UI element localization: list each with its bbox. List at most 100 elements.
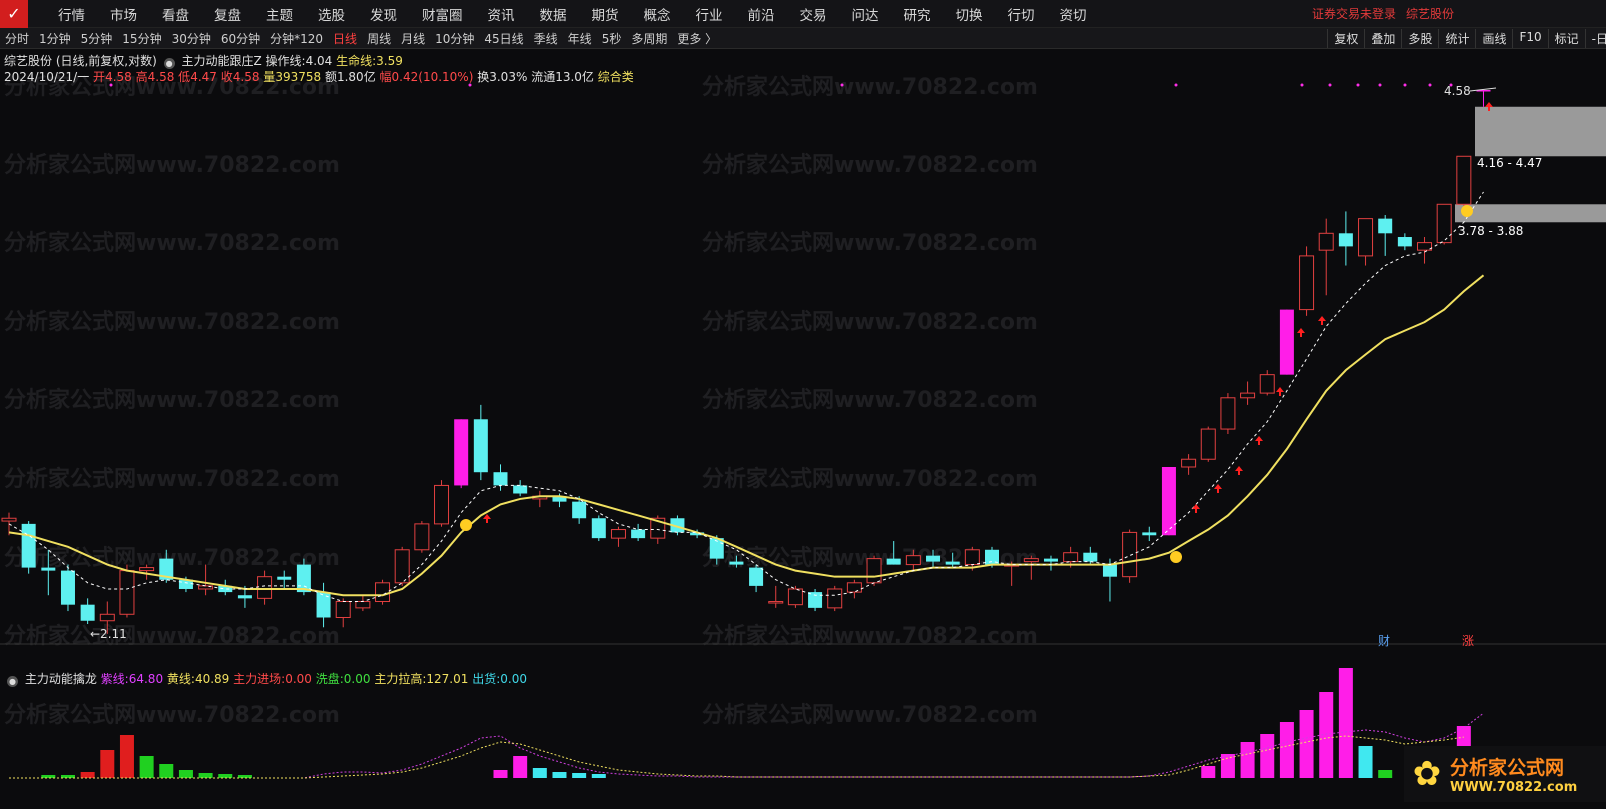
signal-dot-6 [1356,83,1360,87]
period-tab-7[interactable]: 日线 [328,30,362,47]
tool-button-3[interactable]: 统计 [1438,28,1475,48]
candle-body-44 [866,558,882,584]
period-tab-15[interactable]: 多周期 [626,30,672,47]
candle-body-0 [1,517,17,522]
menu-item-17[interactable]: 切换 [944,4,996,24]
app-logo-icon[interactable]: ✓ [0,0,28,28]
menu-item-14[interactable]: 交易 [788,4,840,24]
menu-item-7[interactable]: 财富圈 [410,4,476,24]
indicator-name[interactable]: 主力动能跟庄Z [181,54,261,68]
period-tab-1[interactable]: 1分钟 [34,30,76,47]
tag-cai: 财 [1378,634,1390,648]
period-tab-2[interactable]: 5分钟 [76,30,118,47]
pull-value: 127.01 [426,672,469,686]
menu-item-15[interactable]: 问达 [840,4,892,24]
smiley-icon-2 [1461,205,1473,217]
current-stock-name[interactable]: 综艺股份 [1406,5,1454,22]
menu-item-19[interactable]: 资切 [1048,4,1100,24]
sub-bar-4 [119,735,134,778]
menu-item-8[interactable]: 资讯 [476,4,528,24]
period-more-button[interactable]: 更多 〉 [672,30,722,47]
sub-indicator-settings-icon[interactable]: ● [7,676,18,687]
tool-button-2[interactable]: 多股 [1401,28,1438,48]
period-tab-9[interactable]: 月线 [396,30,430,47]
menu-item-13[interactable]: 前沿 [736,4,788,24]
period-tab-5[interactable]: 60分钟 [216,30,265,47]
period-tab-12[interactable]: 季线 [529,30,563,47]
signal-dot-2 [840,83,844,87]
watermark-text-3-0: 分析家公式网www.70822.com [4,309,340,335]
candle-body-26 [513,485,528,494]
purple-label: 紫线: [100,672,129,686]
watermark-logo-url: WWW.70822.com [1450,780,1578,795]
tool-button-6[interactable]: 标记 [1547,28,1585,48]
buy-arrow-icon-4 [1255,436,1263,445]
close-value: 4.58 [232,70,260,84]
smiley-icon-1 [1170,551,1182,563]
candle-body-56 [1102,564,1117,577]
period-tab-6[interactable]: 分钟*120 [265,30,328,47]
candle-body-23 [454,419,469,486]
watermark-logo: ✿ 分析家公式网 WWW.70822.com [1404,746,1610,802]
sub-indicator-name[interactable]: 主力动能擒龙 [25,672,97,686]
category-link[interactable]: 综合类 [598,70,634,84]
menu-item-1[interactable]: 市场 [98,4,150,24]
period-tab-8[interactable]: 周线 [362,30,396,47]
period-tab-14[interactable]: 5秒 [597,30,627,47]
menu-item-9[interactable]: 数据 [528,4,580,24]
period-tab-3[interactable]: 15分钟 [117,30,166,47]
menu-item-11[interactable]: 概念 [632,4,684,24]
turnover-label: 换 [477,70,490,84]
sub-bar-15 [572,773,587,778]
buy-arrow-icon-1 [1192,504,1200,513]
watermark-logo-name: 分析家公式网 [1450,757,1565,779]
menu-item-12[interactable]: 行业 [684,4,736,24]
period-tab-11[interactable]: 45日线 [479,30,528,47]
amount-value: 1.80亿 [336,70,376,84]
watermark-text-7-1: 分析家公式网www.70822.com [702,623,1038,649]
enter-label: 主力进场: [233,672,286,686]
sub-bar-1 [60,775,75,778]
tool-button-1[interactable]: 叠加 [1364,28,1401,48]
period-toolbar: 分时 1分钟 5分钟 15分钟 30分钟 60分钟 分钟*120 日线 周线 月线 10分钟 45日线… [0,28,1614,49]
candle-body-24 [473,419,488,473]
menu-item-18[interactable]: 行切 [996,4,1048,24]
sub-bar-16 [591,774,606,778]
candle-body-60 [1181,458,1197,468]
stock-title[interactable]: 综艺股份 (日线,前复权,对数) [4,54,157,68]
menu-item-10[interactable]: 期货 [580,4,632,24]
signal-dot-8 [1403,83,1407,87]
tool-button-4[interactable]: 画线 [1475,28,1512,48]
menu-item-3[interactable]: 复盘 [202,4,254,24]
menu-item-6[interactable]: 发现 [358,4,410,24]
period-tab-0[interactable]: 分时 [0,30,34,47]
period-list: 分时 1分钟 5分钟 15分钟 30分钟 60分钟 分钟*120 日线 周线 月线 10分钟 45日线… [0,30,672,47]
tool-button-0[interactable]: 复权 [1327,28,1364,48]
buy-arrow-icon-5 [1276,387,1284,396]
chart-area[interactable]: 分析家公式网www.70822.com 分析家公式网www.70822.com 分析… [0,49,1614,809]
menu-item-0[interactable]: 行情 [46,4,98,24]
login-status[interactable]: 证券交易未登录 [1312,5,1396,22]
sub-bar-22 [1299,710,1314,778]
candle-body-39 [768,601,784,604]
candle-body-4 [80,604,95,621]
high-price-label: 4.58 [1444,84,1471,98]
menu-item-16[interactable]: 研究 [892,4,944,24]
sub-bar-6 [159,764,174,778]
life-line-value: 3.59 [376,54,403,68]
tool-button-5[interactable]: F10 [1512,28,1547,48]
signal-dot-9 [1428,83,1432,87]
menu-item-2[interactable]: 看盘 [150,4,202,24]
ship-label: 出货: [472,672,501,686]
period-tab-4[interactable]: 30分钟 [167,30,216,47]
kline-chart[interactable]: 分析家公式网www.70822.com 分析家公式网www.70822.com 分析… [0,49,1606,809]
upper-zone-label: 4.16 - 4.47 [1477,156,1542,170]
candle-body-53 [1043,558,1058,562]
period-tab-10[interactable]: 10分钟 [430,30,479,47]
menu-item-5[interactable]: 选股 [306,4,358,24]
period-tab-13[interactable]: 年线 [563,30,597,47]
candle-body-17 [335,601,351,618]
menu-item-4[interactable]: 主题 [254,4,306,24]
sub-bar-20 [1260,734,1275,778]
candle-body-3 [60,570,75,605]
